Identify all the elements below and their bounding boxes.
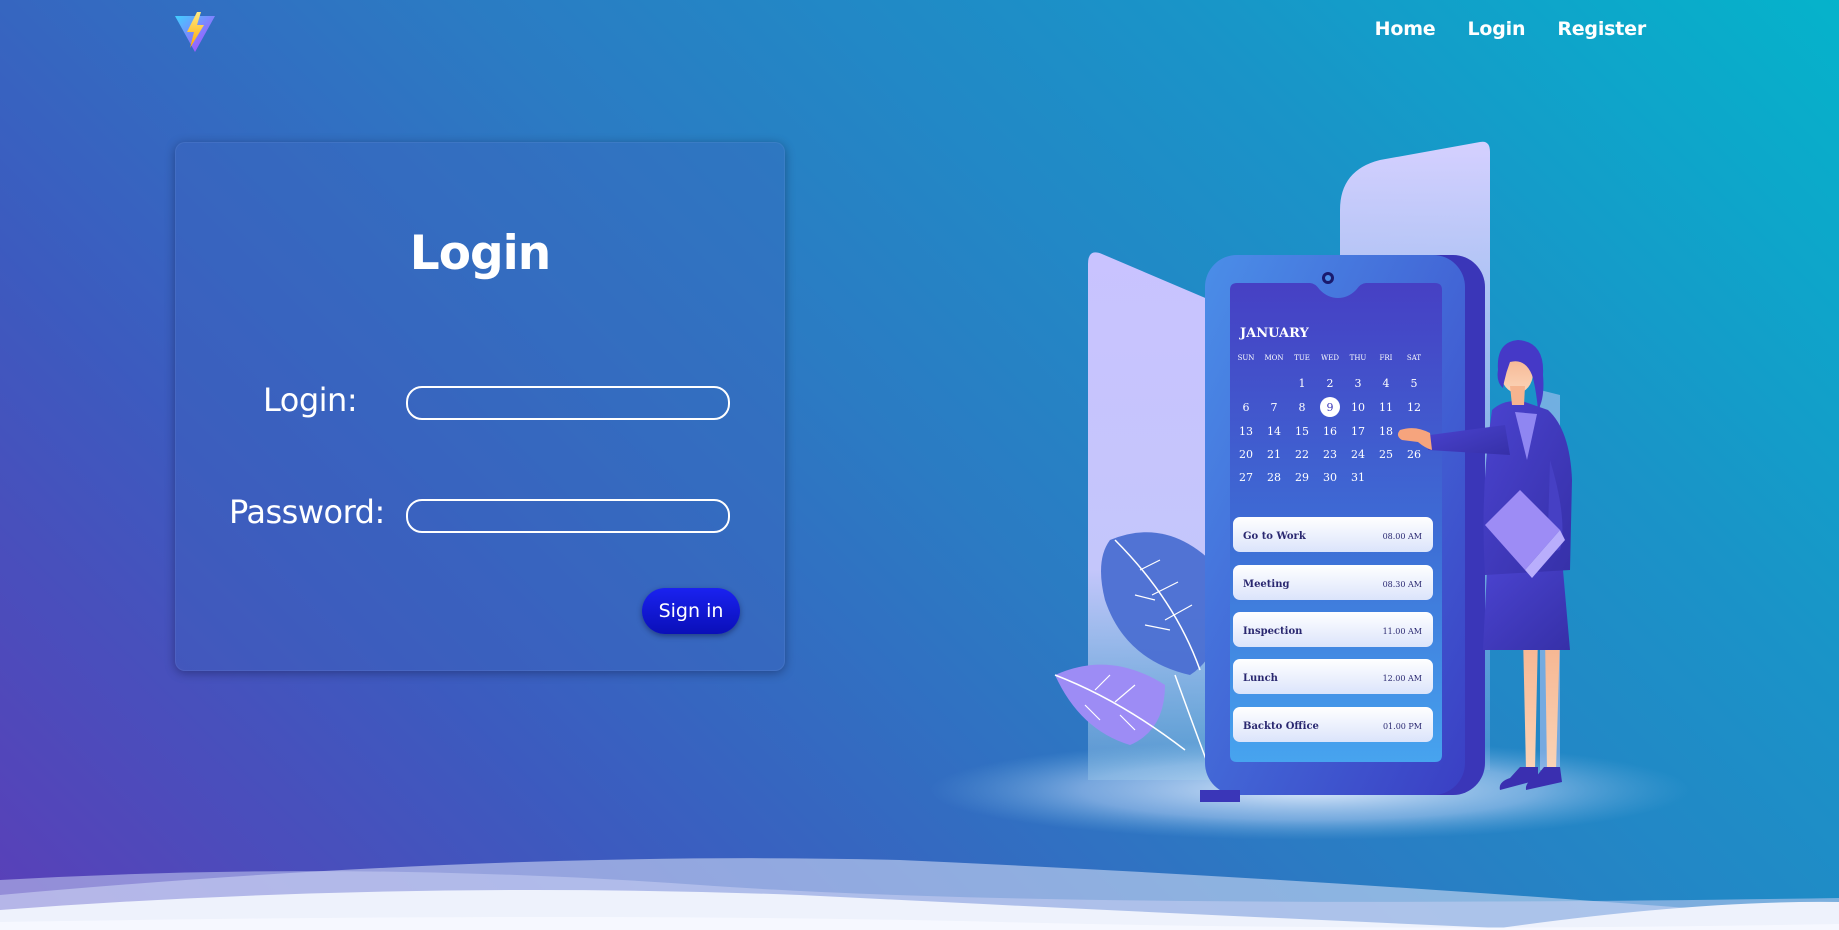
weekday-label: WED xyxy=(1321,354,1339,362)
calendar-day-selected: 9 xyxy=(1327,401,1334,414)
calendar-day: 18 xyxy=(1379,425,1393,438)
password-input[interactable] xyxy=(406,499,730,533)
weekday-label: TUE xyxy=(1294,354,1310,362)
top-nav: Home Login Register xyxy=(1375,18,1647,40)
calendar-day: 4 xyxy=(1383,377,1390,390)
schedule-task: Backto Office xyxy=(1243,721,1319,732)
schedule-task: Go to Work xyxy=(1243,531,1307,542)
calendar-day: 12 xyxy=(1407,401,1421,414)
weekday-label: SUN xyxy=(1238,354,1255,362)
bottom-wave-decoration xyxy=(0,858,1839,930)
calendar-day: 10 xyxy=(1351,401,1365,414)
calendar-day: 6 xyxy=(1243,401,1250,414)
login-label: Login: xyxy=(263,381,358,419)
calendar-day: 8 xyxy=(1299,401,1306,414)
calendar-day: 31 xyxy=(1351,471,1365,484)
calendar-day: 11 xyxy=(1379,401,1393,414)
weekday-label: SAT xyxy=(1407,354,1421,362)
schedule-task: Meeting xyxy=(1243,579,1289,590)
calendar-day: 13 xyxy=(1239,425,1253,438)
calendar-day: 17 xyxy=(1351,425,1365,438)
sign-in-button[interactable]: Sign in xyxy=(642,588,740,634)
nav-register-link[interactable]: Register xyxy=(1557,18,1646,40)
calendar-day: 20 xyxy=(1239,448,1253,461)
calendar-day: 16 xyxy=(1323,425,1337,438)
calendar-day: 29 xyxy=(1295,471,1309,484)
nav-login-link[interactable]: Login xyxy=(1468,18,1526,40)
weekday-label: FRI xyxy=(1380,354,1393,362)
calendar-day: 2 xyxy=(1327,377,1334,390)
calendar-day: 27 xyxy=(1239,471,1253,484)
schedule-time: 11.00 AM xyxy=(1383,627,1422,636)
calendar-day: 30 xyxy=(1323,471,1337,484)
calendar-day: 24 xyxy=(1351,448,1365,461)
lightning-bolt-logo-icon[interactable] xyxy=(173,10,217,54)
calendar-month: JANUARY xyxy=(1239,326,1310,341)
weekday-label: THU xyxy=(1350,354,1367,362)
schedule-list: Go to Work 08.00 AM Meeting 08.30 AM Ins… xyxy=(1233,517,1433,742)
calendar-phone-illustration: JANUARY SUN MON TUE WED THU FRI SAT 1234… xyxy=(930,141,1690,840)
schedule-task: Inspection xyxy=(1243,626,1303,637)
calendar-day: 21 xyxy=(1267,448,1281,461)
calendar-day: 3 xyxy=(1355,377,1362,390)
calendar-day: 1 xyxy=(1299,377,1306,390)
password-label: Password: xyxy=(229,493,385,531)
schedule-task: Lunch xyxy=(1243,673,1279,684)
login-input[interactable] xyxy=(406,386,730,420)
login-card: Login Login: Password: Sign in xyxy=(175,142,785,671)
calendar-day: 5 xyxy=(1411,377,1418,390)
calendar-day: 25 xyxy=(1379,448,1393,461)
calendar-day: 22 xyxy=(1295,448,1309,461)
calendar-day: 7 xyxy=(1271,401,1278,414)
nav-home-link[interactable]: Home xyxy=(1375,18,1436,40)
schedule-time: 01.00 PM xyxy=(1383,722,1422,731)
calendar-day: 15 xyxy=(1295,425,1309,438)
schedule-time: 08.30 AM xyxy=(1383,580,1422,589)
calendar-day: 26 xyxy=(1407,448,1421,461)
calendar-day: 14 xyxy=(1267,425,1281,438)
weekday-label: MON xyxy=(1264,354,1283,362)
schedule-time: 12.00 AM xyxy=(1383,674,1422,683)
calendar-day: 23 xyxy=(1323,448,1337,461)
calendar-day: 28 xyxy=(1267,471,1281,484)
login-title: Login xyxy=(409,226,551,281)
schedule-time: 08.00 AM xyxy=(1383,532,1422,541)
